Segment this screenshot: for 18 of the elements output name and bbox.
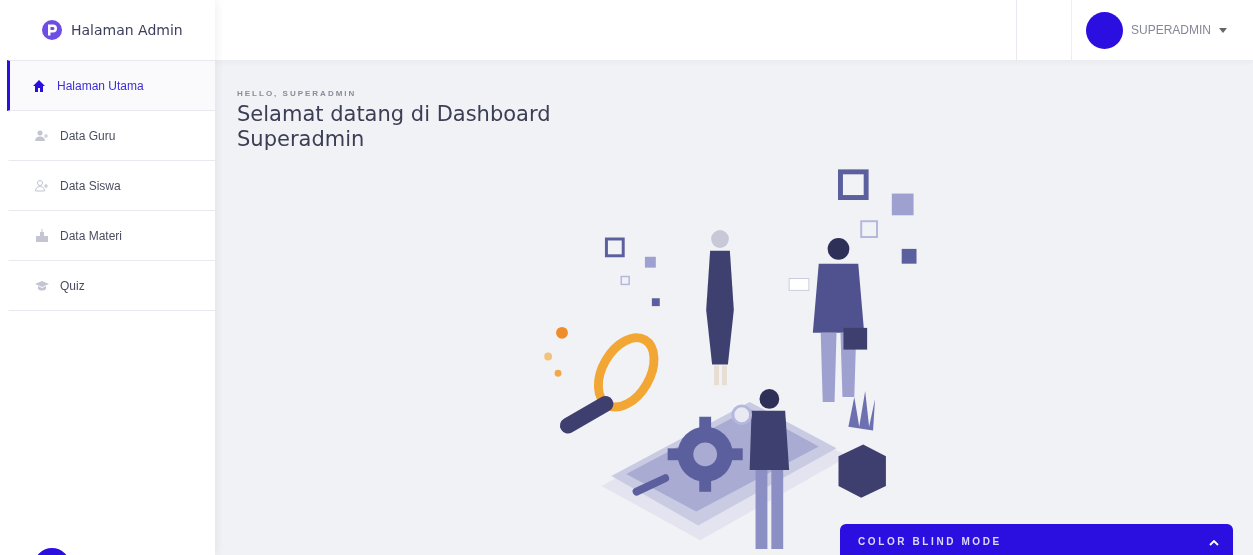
color-blind-mode-panel[interactable]: COLOR BLIND MODE <box>840 524 1233 555</box>
sidebar-item[interactable]: Data Materi <box>7 211 215 261</box>
greeting-text: HELLO, SUPERADMIN <box>237 89 358 98</box>
avatar <box>1086 11 1123 49</box>
home-icon <box>32 78 46 93</box>
sidebar-item[interactable]: Data Guru <box>7 111 215 161</box>
user-add-icon <box>35 178 49 193</box>
page-heading: Selamat datang di Dashboard Superadmin <box>237 102 552 152</box>
user-menu[interactable]: SUPERADMIN <box>1071 0 1253 60</box>
building-icon <box>35 228 49 243</box>
caret-icon <box>1219 27 1227 33</box>
logo-icon <box>42 20 62 40</box>
sidebar-item[interactable]: Data Siswa <box>7 161 215 211</box>
sidebar-item[interactable]: Halaman Utama <box>7 60 215 111</box>
sidebar-item[interactable]: Quiz <box>7 261 215 311</box>
user-add-icon <box>35 128 49 143</box>
brand-title: Halaman Admin <box>71 22 183 38</box>
graduation-cap-icon <box>35 278 49 293</box>
